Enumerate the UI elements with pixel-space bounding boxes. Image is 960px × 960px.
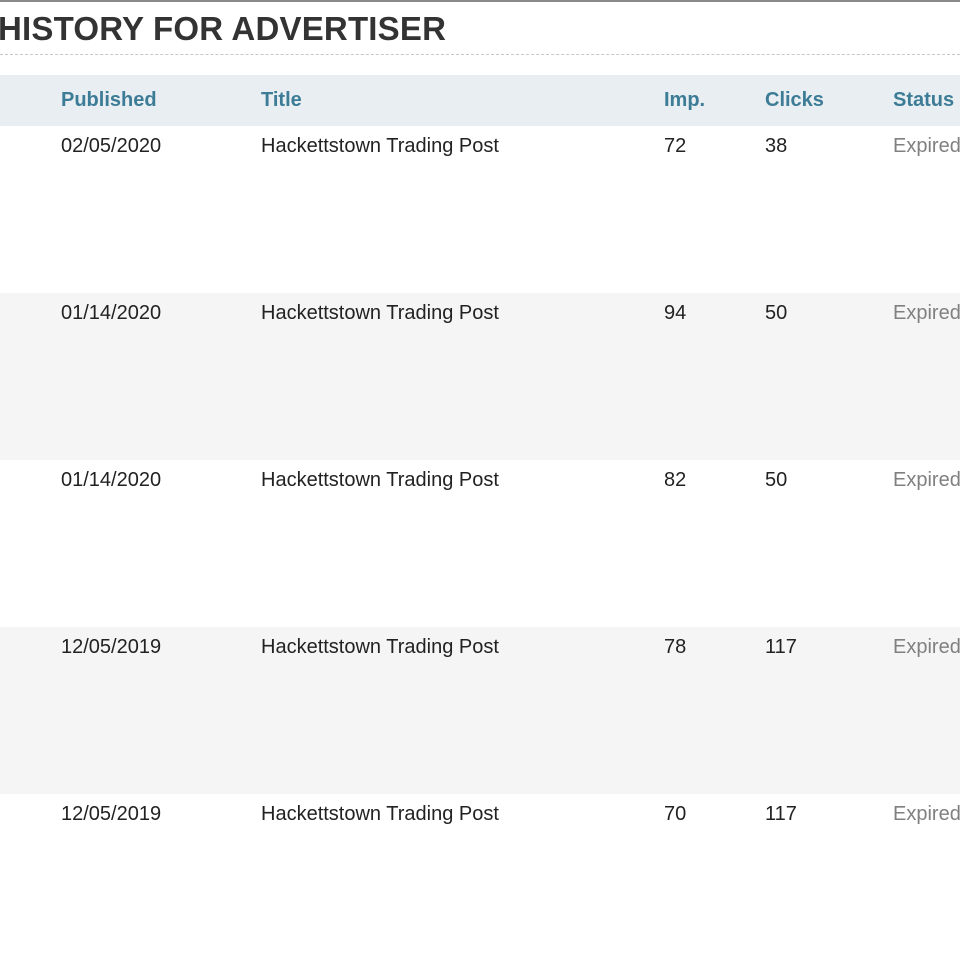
published-date: 01/14/2020 bbox=[61, 302, 162, 324]
impressions-value: 72 bbox=[664, 135, 687, 157]
ad-title: Hackettstown Trading Post bbox=[261, 302, 499, 324]
column-header-imp[interactable]: Imp. bbox=[664, 75, 705, 126]
table-row: 12/05/2019 Hackettstown Trading Post 70 … bbox=[0, 794, 960, 960]
dashed-divider bbox=[0, 54, 960, 55]
clicks-value: 50 bbox=[765, 469, 788, 491]
history-table: Published Title Imp. Clicks Status 02/05… bbox=[0, 75, 960, 960]
column-header-status[interactable]: Status bbox=[893, 75, 954, 126]
table-row: 12/05/2019 Hackettstown Trading Post 78 … bbox=[0, 627, 960, 794]
ad-title: Hackettstown Trading Post bbox=[261, 803, 499, 825]
ad-title: Hackettstown Trading Post bbox=[261, 636, 499, 658]
table-row: 01/14/2020 Hackettstown Trading Post 94 … bbox=[0, 293, 960, 460]
table-row: 01/14/2020 Hackettstown Trading Post 82 … bbox=[0, 460, 960, 627]
table-header-row: Published Title Imp. Clicks Status bbox=[0, 75, 960, 126]
top-border bbox=[0, 0, 960, 2]
column-header-published[interactable]: Published bbox=[61, 75, 157, 126]
history-page: HISTORY FOR ADVERTISER Published Title I… bbox=[0, 0, 960, 960]
ad-title: Hackettstown Trading Post bbox=[261, 135, 499, 157]
status-value: Expired bbox=[893, 636, 960, 658]
impressions-value: 78 bbox=[664, 636, 687, 658]
status-value: Expired bbox=[893, 135, 960, 157]
published-date: 01/14/2020 bbox=[61, 469, 162, 491]
impressions-value: 94 bbox=[664, 302, 687, 324]
published-date: 12/05/2019 bbox=[61, 803, 162, 825]
page-title: HISTORY FOR ADVERTISER bbox=[0, 10, 447, 47]
clicks-value: 117 bbox=[765, 636, 797, 658]
impressions-value: 70 bbox=[664, 803, 687, 825]
clicks-value: 117 bbox=[765, 803, 797, 825]
table-row: 02/05/2020 Hackettstown Trading Post 72 … bbox=[0, 126, 960, 293]
column-header-title[interactable]: Title bbox=[261, 75, 302, 126]
impressions-value: 82 bbox=[664, 469, 687, 491]
status-value: Expired bbox=[893, 803, 960, 825]
column-header-clicks[interactable]: Clicks bbox=[765, 75, 824, 126]
published-date: 02/05/2020 bbox=[61, 135, 162, 157]
ad-title: Hackettstown Trading Post bbox=[261, 469, 499, 491]
status-value: Expired bbox=[893, 469, 960, 491]
clicks-value: 38 bbox=[765, 135, 788, 157]
clicks-value: 50 bbox=[765, 302, 788, 324]
status-value: Expired bbox=[893, 302, 960, 324]
published-date: 12/05/2019 bbox=[61, 636, 162, 658]
